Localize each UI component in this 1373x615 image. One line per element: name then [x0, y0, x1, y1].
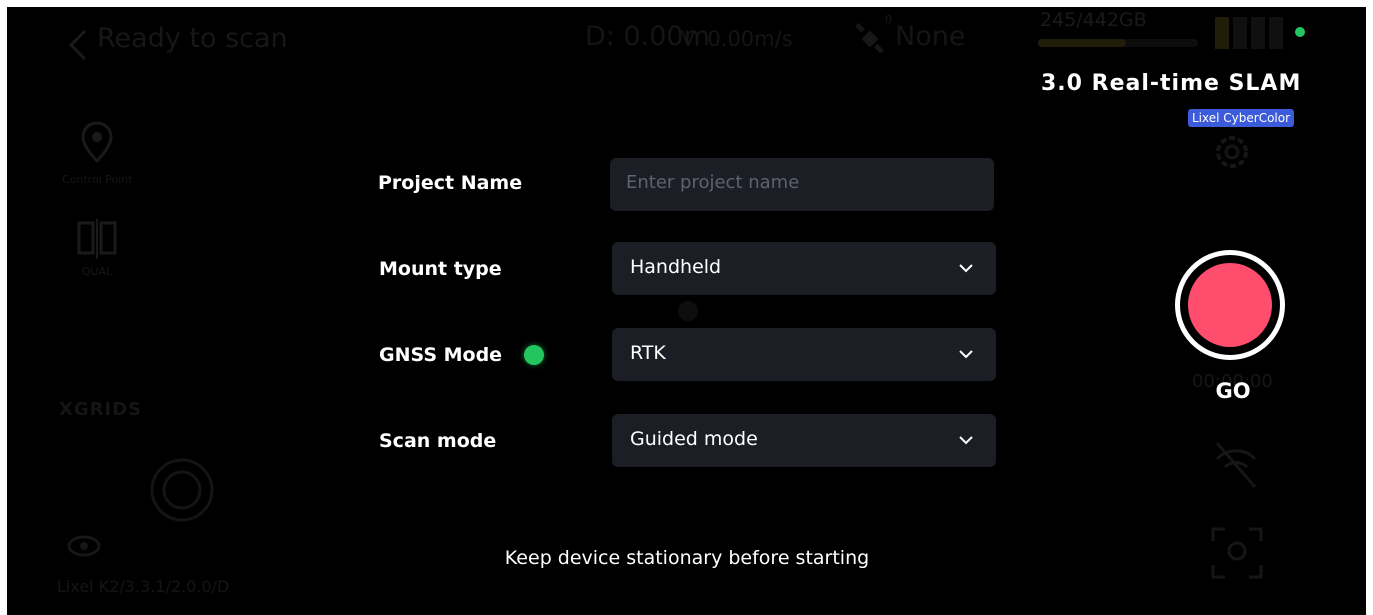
go-label: GO: [1215, 379, 1251, 403]
record-go-button[interactable]: [1175, 250, 1285, 360]
map-pin-icon: [81, 121, 113, 164]
camera-icon: [678, 301, 698, 321]
slam-mode-title: 3.0 Real-time SLAM: [1041, 71, 1302, 96]
eye-icon[interactable]: [67, 535, 101, 557]
stationary-hint: Keep device stationary before starting: [504, 547, 870, 569]
qual-tool[interactable]: QUAL: [62, 219, 132, 278]
chevron-down-icon: [959, 436, 973, 445]
project-name-label: Project Name: [378, 172, 523, 194]
screen-title: Ready to scan: [97, 23, 288, 54]
scan-radar-icon: [150, 458, 214, 522]
mount-type-value: Handheld: [630, 256, 722, 278]
settings-gear-icon[interactable]: [1207, 127, 1257, 177]
firmware-version: Lixel K2/3.3.1/2.0.0/D: [57, 577, 230, 596]
project-name-input[interactable]: Enter project name: [610, 158, 994, 211]
mount-type-select[interactable]: Handheld: [612, 242, 996, 295]
brand-logo: XGRIDS: [59, 399, 143, 420]
storage-text: 245/442GB: [1040, 9, 1147, 31]
record-button-core: [1188, 263, 1272, 347]
scan-mode-value: Guided mode: [630, 428, 758, 450]
connection-status-dot: [1295, 27, 1305, 37]
control-point-tool[interactable]: Control Point: [62, 119, 133, 186]
gnss-mode-label: GNSS Mode: [379, 344, 503, 366]
storage-bar-fill: [1038, 39, 1126, 47]
brand-badge: Lixel CyberColor: [1188, 109, 1295, 127]
locate-focus-icon[interactable]: [1209, 525, 1265, 581]
qual-label: QUAL: [81, 265, 113, 278]
no-signal-icon[interactable]: [1207, 435, 1265, 493]
scan-mode-label: Scan mode: [379, 430, 497, 452]
split-view-icon: [77, 219, 117, 259]
chevron-down-icon: [959, 264, 973, 273]
mount-type-label: Mount type: [379, 258, 502, 280]
gnss-status-dot: [524, 345, 544, 365]
gnss-status-text: None: [895, 21, 966, 52]
satellite-count: 0: [885, 13, 892, 26]
project-name-placeholder: Enter project name: [626, 172, 800, 193]
satellite-icon: [855, 22, 884, 54]
scan-mode-select[interactable]: Guided mode: [612, 414, 996, 467]
control-point-label: Control Point: [62, 173, 133, 186]
back-chevron-icon[interactable]: [65, 27, 91, 63]
scan-setup-screen: Ready to scan D: 0.00m V: 0.00m/s 0 None…: [7, 7, 1366, 615]
gnss-mode-select[interactable]: RTK: [612, 328, 996, 381]
gnss-mode-value: RTK: [630, 342, 666, 364]
chevron-down-icon: [959, 350, 973, 359]
velocity-readout: V: 0.00m/s: [681, 27, 793, 51]
battery-icon: [1215, 17, 1283, 49]
